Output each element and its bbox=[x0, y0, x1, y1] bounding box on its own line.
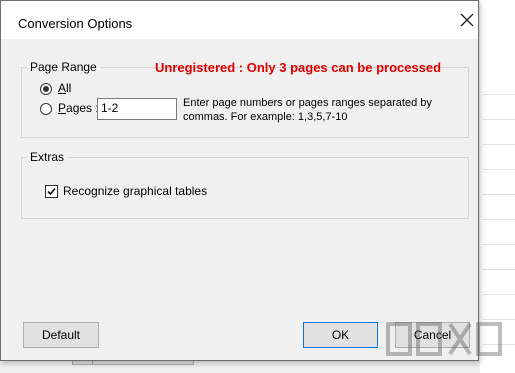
ok-button[interactable]: OK bbox=[303, 322, 378, 348]
watermark-logo bbox=[386, 322, 502, 356]
extras-label: Extras bbox=[27, 150, 68, 164]
page-range-label: Page Range bbox=[27, 60, 100, 74]
dialog-title: Conversion Options bbox=[18, 16, 133, 31]
default-button[interactable]: Default bbox=[23, 322, 99, 348]
conversion-options-dialog: Conversion Options Page Range Unregister… bbox=[0, 0, 479, 361]
recognize-tables-checkbox[interactable] bbox=[45, 185, 58, 198]
background-list bbox=[482, 70, 515, 350]
check-icon bbox=[47, 187, 56, 196]
recognize-tables-label[interactable]: Recognize graphical tables bbox=[63, 184, 207, 198]
close-icon[interactable] bbox=[457, 10, 477, 30]
all-radio[interactable] bbox=[40, 83, 52, 95]
all-radio-label[interactable]: All bbox=[58, 81, 71, 95]
pages-radio-label[interactable]: Pages : bbox=[58, 101, 99, 115]
pages-radio[interactable] bbox=[40, 103, 52, 115]
title-bar: Conversion Options bbox=[1, 1, 478, 39]
unregistered-warning: Unregistered : Only 3 pages can be proce… bbox=[155, 60, 442, 75]
pages-hint: Enter page numbers or pages ranges separ… bbox=[183, 97, 432, 123]
pages-input[interactable]: 1-2 bbox=[97, 98, 177, 120]
